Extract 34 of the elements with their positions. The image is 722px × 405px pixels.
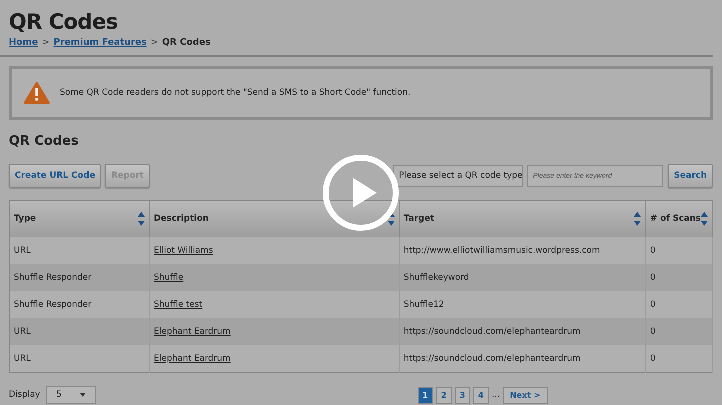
page-button[interactable]: 1 [418, 386, 434, 404]
page-button[interactable]: 2 [436, 386, 452, 404]
sort-icon[interactable] [388, 211, 395, 227]
page-button[interactable]: 4 [473, 386, 489, 404]
sort-icon[interactable] [634, 211, 642, 227]
pagination-ellipsis: ... [492, 390, 500, 400]
sort-icon[interactable] [701, 211, 708, 227]
sort-icon[interactable] [138, 211, 145, 227]
section-title: QR Codes [9, 134, 80, 149]
type-select[interactable]: Please select a QR code type [393, 165, 524, 187]
breadcrumb-link[interactable]: Premium Features [54, 38, 147, 48]
breadcrumb-separator: > [150, 38, 158, 48]
next-page-button[interactable]: Next > [503, 386, 548, 404]
table-cell: https://soundcloud.com/elephanteardrum [399, 345, 646, 372]
table-cell: 0 [646, 345, 712, 372]
breadcrumb-current: QR Codes [162, 38, 211, 48]
description-link[interactable]: Elephant Eardrum [149, 345, 400, 372]
display-select[interactable]: 5 [46, 386, 96, 404]
page-title: QR Codes [9, 9, 119, 36]
column-header[interactable]: Target [399, 200, 646, 237]
breadcrumb-link[interactable]: Home [9, 38, 38, 48]
column-header[interactable]: Description [149, 200, 400, 237]
column-header[interactable]: # of Scans [646, 200, 712, 237]
caret-icon [80, 393, 86, 397]
warning-icon [24, 82, 50, 104]
alert-message: Some QR Code readers do not support the "Send a SMS to a Short Code" function. [60, 88, 411, 98]
display-label: Display [9, 390, 40, 400]
play-icon[interactable] [322, 154, 400, 232]
search-button[interactable]: Search [668, 164, 713, 188]
page-button[interactable]: 3 [454, 386, 470, 404]
table-cell: URL [10, 345, 150, 372]
toolbar-button[interactable]: Create URL Code [9, 164, 102, 188]
breadcrumb-separator: > [42, 38, 50, 48]
column-header[interactable]: Type [10, 200, 150, 237]
